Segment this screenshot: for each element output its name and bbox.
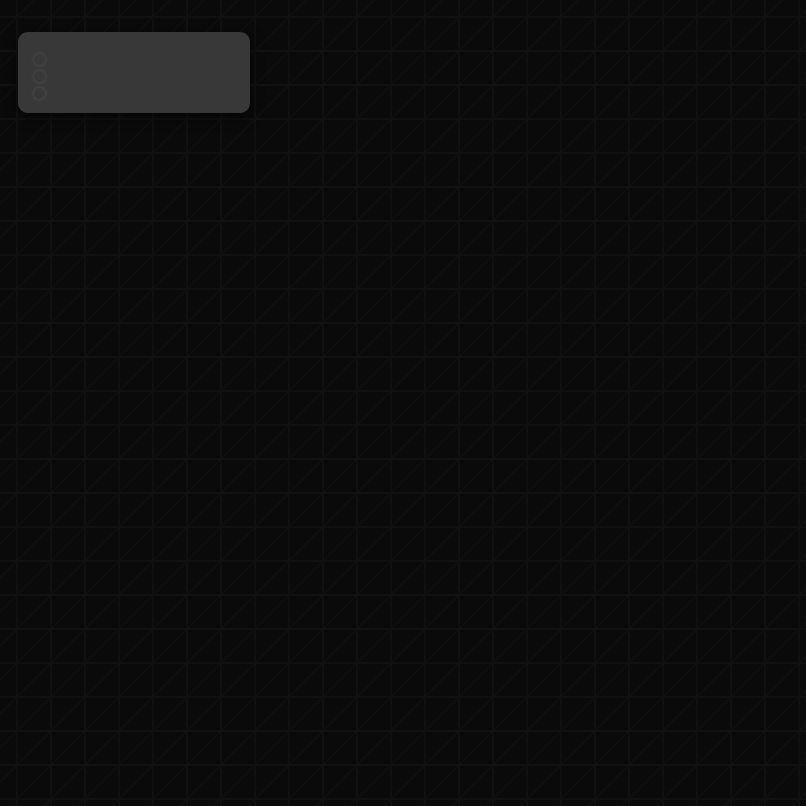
map-canvas[interactable]	[0, 0, 806, 806]
legend	[18, 32, 250, 113]
legend-item-strong	[34, 54, 234, 65]
legend-item-moderate	[34, 71, 234, 82]
map-page	[0, 0, 806, 806]
strong-color-dot	[34, 54, 45, 65]
weak-color-dot	[34, 88, 45, 99]
legend-item-weak	[34, 88, 234, 99]
street-grid-texture	[0, 0, 806, 806]
moderate-color-dot	[34, 71, 45, 82]
